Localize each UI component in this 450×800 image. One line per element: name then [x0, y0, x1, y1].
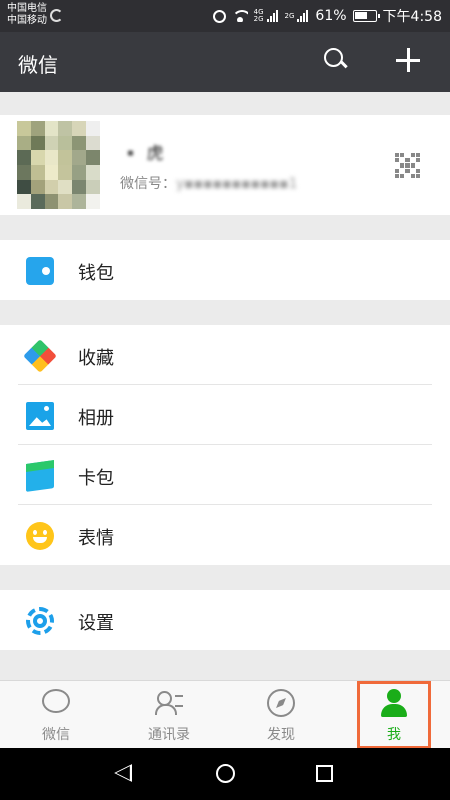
tab-discover[interactable]: 发现	[225, 681, 337, 749]
compass-icon	[267, 689, 295, 717]
menu-item-album[interactable]: 相册	[0, 385, 450, 445]
carrier-1: 中国电信	[7, 3, 47, 14]
add-icon[interactable]	[392, 44, 424, 76]
menu-item-favorites[interactable]: 收藏	[0, 325, 450, 385]
settings-group: 设置	[0, 590, 450, 650]
clock: 下午4:58	[382, 9, 442, 25]
cards-label: 卡包	[78, 468, 114, 489]
collection-group: 收藏 相册 卡包 表情	[0, 325, 450, 565]
title-bar: 微信	[0, 32, 450, 92]
back-icon[interactable]	[114, 764, 132, 782]
battery-percent: 61%	[315, 8, 347, 24]
search-icon[interactable]	[320, 44, 352, 76]
contacts-icon	[155, 689, 183, 717]
settings-label: 设置	[78, 613, 114, 634]
nickname: ▪️ 虎	[120, 144, 164, 164]
menu-item-wallet[interactable]: 钱包	[0, 240, 450, 300]
profile-card[interactable]: ▪️ 虎 微信号：y▪▪▪▪▪▪▪▪▪▪▪1	[0, 115, 450, 215]
favorites-label: 收藏	[78, 348, 114, 369]
signal-icon-2	[297, 10, 309, 22]
menu-item-cards[interactable]: 卡包	[0, 445, 450, 505]
card-wallet-icon	[26, 460, 54, 492]
home-icon[interactable]	[216, 764, 235, 783]
status-bar: 中国电信 中国移动 4G 2G 2G 61% 下午4:58	[0, 0, 450, 32]
tab-label: 微信	[42, 727, 70, 743]
avatar	[17, 121, 100, 209]
gear-icon	[26, 607, 54, 635]
status-indicators: 4G 2G 2G 61% 下午4:58	[207, 6, 442, 26]
qr-code-icon[interactable]	[395, 153, 420, 178]
wallet-icon	[26, 257, 54, 285]
wechat-id: 微信号：y▪▪▪▪▪▪▪▪▪▪▪1	[120, 173, 298, 193]
tab-label: 发现	[267, 727, 295, 743]
wallet-label: 钱包	[78, 263, 114, 284]
stickers-label: 表情	[78, 528, 114, 549]
album-icon	[26, 402, 54, 430]
carrier-2: 中国移动	[7, 15, 47, 26]
sync-icon	[50, 9, 63, 22]
carrier-info: 中国电信 中国移动	[7, 3, 47, 27]
album-label: 相册	[78, 408, 114, 429]
wechat-id-value: y▪▪▪▪▪▪▪▪▪▪▪1	[176, 176, 298, 192]
system-nav-bar	[0, 748, 450, 800]
wifi-icon	[231, 10, 248, 22]
smiley-icon	[26, 522, 54, 550]
battery-icon	[352, 10, 380, 22]
wechat-id-label: 微信号：	[120, 176, 176, 192]
menu-item-stickers[interactable]: 表情	[0, 505, 450, 565]
alarm-icon	[212, 9, 226, 23]
page-title: 微信	[18, 53, 58, 77]
network-type-2: 2G	[284, 11, 295, 20]
tab-label: 通讯录	[148, 727, 190, 743]
menu-item-settings[interactable]: 设置	[0, 590, 450, 650]
chat-bubble-icon	[42, 689, 70, 713]
signal-icon	[266, 10, 279, 22]
network-type-1: 4G 2G	[253, 8, 264, 23]
highlight-box	[357, 681, 431, 749]
wallet-group: 钱包	[0, 240, 450, 300]
recent-apps-icon[interactable]	[316, 765, 333, 782]
favorites-icon	[23, 339, 57, 373]
tab-contacts[interactable]: 通讯录	[113, 681, 225, 749]
tab-wechat[interactable]: 微信	[0, 681, 112, 749]
